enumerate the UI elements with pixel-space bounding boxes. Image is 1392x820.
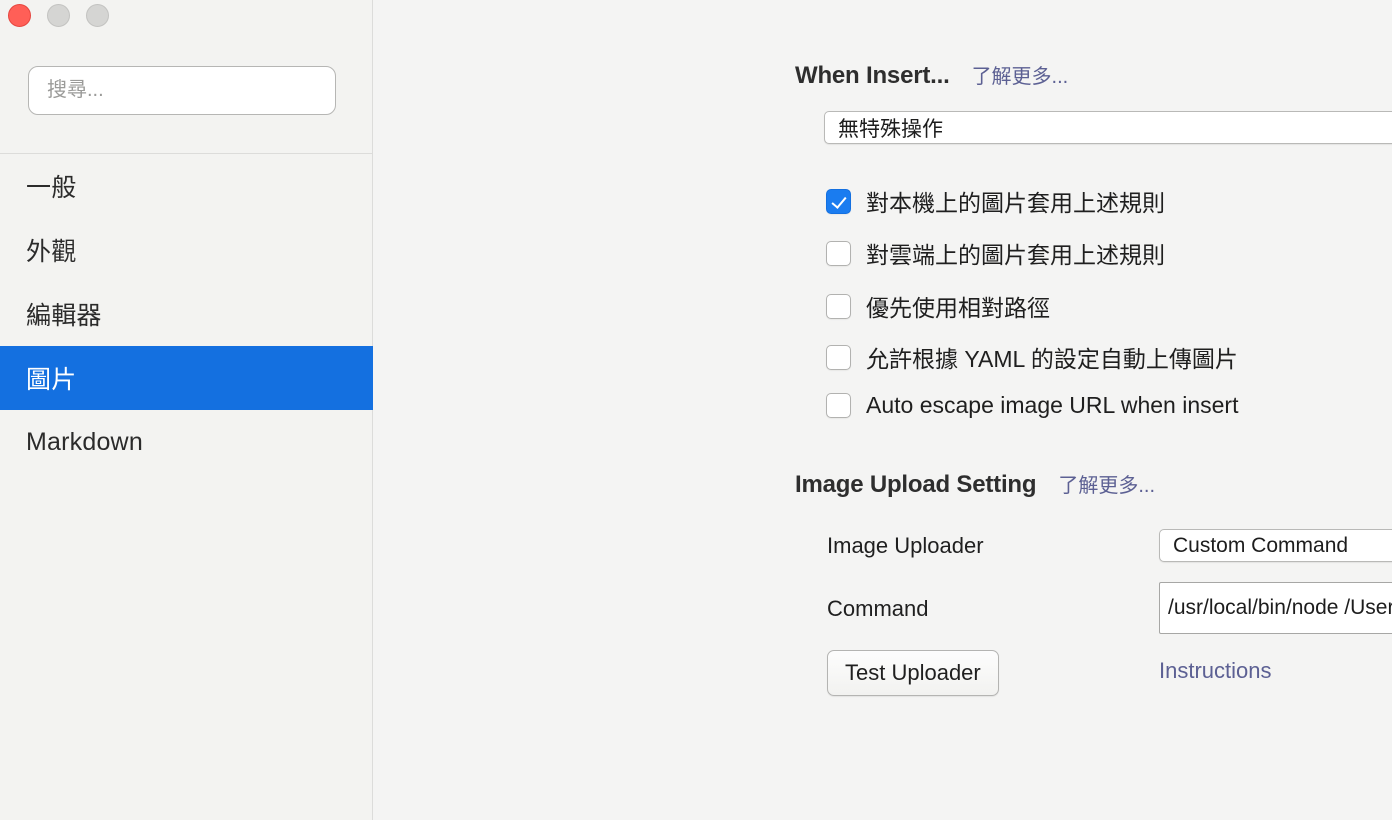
checkbox-relative-path[interactable]	[826, 293, 851, 319]
checkbox-row-yaml-auto-upload[interactable]: 允許根據 YAML 的設定自動上傳圖片	[826, 340, 1238, 374]
image-uploader-value: Custom Command	[1173, 533, 1349, 557]
checkbox-row-cloud-images[interactable]: 對雲端上的圖片套用上述規則	[826, 236, 1165, 270]
search-input[interactable]	[28, 66, 336, 115]
sidebar-item-image[interactable]: 圖片	[0, 346, 373, 410]
settings-panel: When Insert... 了解更多... 無特殊操作 對本機上的圖片套用上述…	[373, 0, 1392, 820]
image-uploader-label: Image Uploader	[827, 533, 984, 558]
maximize-window-icon[interactable]	[86, 4, 109, 27]
sidebar-item-appearance[interactable]: 外觀	[0, 218, 373, 282]
sidebar-search	[28, 66, 336, 115]
checkbox-label: 對雲端上的圖片套用上述規則	[866, 242, 1165, 268]
image-uploader-select[interactable]: Custom Command	[1159, 529, 1392, 562]
sidebar-item-label: 一般	[26, 174, 77, 202]
sidebar-item-label: Markdown	[26, 427, 143, 456]
when-insert-section-header: When Insert... 了解更多...	[795, 60, 1068, 90]
checkbox-row-relative-path[interactable]: 優先使用相對路徑	[826, 289, 1050, 323]
close-window-icon[interactable]	[8, 4, 31, 27]
sidebar-item-label: 圖片	[26, 366, 77, 394]
section-title: When Insert...	[795, 62, 950, 89]
checkbox-local-images[interactable]	[826, 188, 851, 214]
checkbox-label: Auto escape image URL when insert	[866, 392, 1239, 418]
sidebar-item-editor[interactable]: 編輯器	[0, 282, 373, 346]
sidebar-item-label: 外觀	[26, 238, 77, 266]
checkbox-auto-escape-url[interactable]	[826, 393, 851, 418]
insert-action-select[interactable]: 無特殊操作	[824, 111, 1392, 144]
section-title: Image Upload Setting	[795, 471, 1037, 498]
preferences-window: 一般 外觀 編輯器 圖片 Markdown When Insert... 了解更…	[0, 0, 1392, 820]
instructions-link[interactable]: Instructions	[1159, 658, 1272, 684]
sidebar-item-markdown[interactable]: Markdown	[0, 410, 373, 474]
insert-action-value: 無特殊操作	[838, 117, 943, 141]
image-upload-section-header: Image Upload Setting 了解更多...	[795, 469, 1155, 499]
checkbox-label: 對本機上的圖片套用上述規則	[866, 190, 1165, 216]
checkbox-yaml-auto-upload[interactable]	[826, 344, 851, 370]
minimize-window-icon[interactable]	[47, 4, 70, 27]
sidebar-item-general[interactable]: 一般	[0, 154, 373, 218]
checkbox-cloud-images[interactable]	[826, 240, 851, 266]
test-uploader-label: Test Uploader	[845, 660, 981, 685]
checkbox-row-auto-escape-url[interactable]: Auto escape image URL when insert	[826, 392, 1238, 419]
command-label: Command	[827, 596, 929, 621]
sidebar-nav: 一般 外觀 編輯器 圖片 Markdown	[0, 154, 373, 474]
checkbox-label: 允許根據 YAML 的設定自動上傳圖片	[866, 346, 1238, 372]
learn-more-link[interactable]: 了解更多...	[1058, 469, 1155, 498]
learn-more-link[interactable]: 了解更多...	[972, 60, 1069, 89]
sidebar-item-label: 編輯器	[26, 302, 102, 330]
sidebar: 一般 外觀 編輯器 圖片 Markdown	[0, 0, 373, 820]
window-controls	[8, 4, 109, 27]
test-uploader-button[interactable]: Test Uploader	[827, 650, 999, 696]
command-input[interactable]	[1159, 582, 1392, 634]
checkbox-label: 優先使用相對路徑	[866, 295, 1050, 321]
checkbox-row-local-images[interactable]: 對本機上的圖片套用上述規則	[826, 184, 1165, 218]
